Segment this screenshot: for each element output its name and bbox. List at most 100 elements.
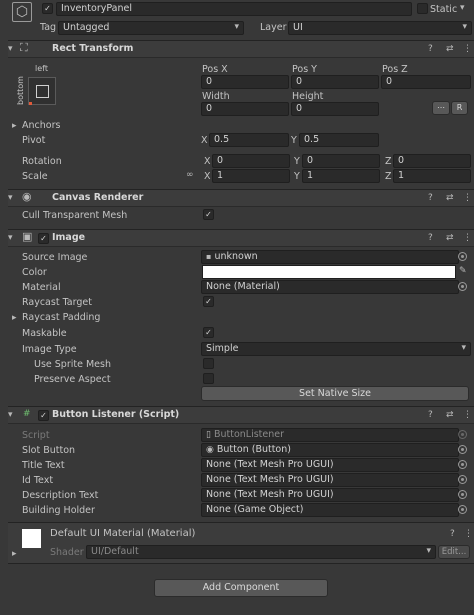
- image-type-dropdown[interactable]: Simple ▾: [201, 342, 471, 356]
- more-icon[interactable]: ⋮: [463, 193, 472, 203]
- color-label: Color: [22, 267, 47, 278]
- object-picker-icon[interactable]: [458, 445, 467, 454]
- chevron-down-icon: ▾: [462, 22, 467, 32]
- rotation-y-field[interactable]: 0: [302, 154, 380, 168]
- rotation-z-field[interactable]: 0: [393, 154, 471, 168]
- preserve-aspect-checkbox[interactable]: [203, 373, 214, 384]
- object-picker-icon[interactable]: [458, 282, 467, 291]
- cull-transparent-mesh-checkbox[interactable]: ✓: [203, 209, 214, 220]
- button-listener-title: Button Listener (Script): [52, 409, 180, 420]
- script-label: Script: [22, 430, 50, 441]
- rect-transform-icon: ⛶: [20, 41, 28, 54]
- slot-button-field[interactable]: ◉ Button (Button): [201, 443, 459, 457]
- more-icon[interactable]: ⋮: [463, 410, 472, 420]
- help-icon[interactable]: ?: [428, 193, 433, 203]
- expand-arrow-icon[interactable]: ▾: [8, 410, 13, 420]
- width-field[interactable]: 0: [201, 102, 289, 116]
- building-holder-field[interactable]: None (Game Object): [201, 503, 459, 517]
- object-picker-icon: [458, 430, 467, 439]
- anchor-presets-button[interactable]: [28, 77, 56, 105]
- pos-x-field[interactable]: 0: [201, 75, 289, 89]
- rotation-z-axis: Z: [385, 156, 392, 167]
- pos-y-field[interactable]: 0: [291, 75, 379, 89]
- script-field: ▯ ButtonListener: [201, 428, 459, 442]
- material-preview: [22, 529, 41, 548]
- source-image-label: Source Image: [22, 252, 88, 263]
- add-component-button[interactable]: Add Component: [154, 579, 328, 597]
- object-picker-icon[interactable]: [458, 460, 467, 469]
- expand-arrow-icon[interactable]: ▾: [8, 193, 13, 203]
- scale-z-field[interactable]: 1: [393, 169, 471, 183]
- static-dropdown-icon[interactable]: ▾: [460, 3, 465, 13]
- scale-label: Scale: [22, 171, 48, 182]
- help-icon[interactable]: ?: [428, 233, 433, 243]
- object-picker-icon[interactable]: [458, 252, 467, 261]
- edit-shader-button[interactable]: Edit...: [438, 545, 470, 559]
- object-picker-icon[interactable]: [458, 475, 467, 484]
- material-expand-icon[interactable]: ▸: [12, 549, 17, 559]
- expand-arrow-icon[interactable]: ▾: [8, 233, 13, 243]
- link-icon[interactable]: ∞: [186, 170, 194, 180]
- shader-dropdown[interactable]: UI/Default ▾: [86, 545, 436, 559]
- set-native-size-button[interactable]: Set Native Size: [201, 386, 469, 401]
- expand-arrow-icon[interactable]: ▾: [8, 44, 13, 54]
- pivot-y-field[interactable]: 0.5: [299, 133, 379, 147]
- tag-dropdown[interactable]: Untagged ▾: [58, 21, 244, 35]
- pivot-x-field[interactable]: 0.5: [209, 133, 289, 147]
- color-swatch[interactable]: [202, 265, 456, 279]
- eye-icon: ◉: [22, 190, 32, 203]
- raycast-target-checkbox[interactable]: ✓: [203, 296, 214, 307]
- height-field[interactable]: 0: [291, 102, 379, 116]
- pivot-x-axis: X: [201, 135, 208, 146]
- width-label: Width: [202, 91, 230, 102]
- button-listener-enabled-checkbox[interactable]: ✓: [38, 410, 49, 421]
- help-icon[interactable]: ?: [428, 44, 433, 54]
- presets-icon[interactable]: ⇄: [446, 410, 454, 420]
- id-text-field[interactable]: None (Text Mesh Pro UGUI): [201, 473, 459, 487]
- static-checkbox[interactable]: [417, 3, 428, 14]
- raycast-padding-expand-icon[interactable]: ▸: [12, 313, 17, 323]
- tag-value: Untagged: [63, 22, 110, 33]
- blueprint-mode-button[interactable]: ⋯: [432, 101, 450, 115]
- object-picker-icon[interactable]: [458, 490, 467, 499]
- maskable-label: Maskable: [22, 328, 67, 339]
- scale-y-field[interactable]: 1: [302, 169, 380, 183]
- material-label: Material: [22, 282, 61, 293]
- maskable-checkbox[interactable]: ✓: [203, 327, 214, 338]
- presets-icon[interactable]: ⇄: [446, 193, 454, 203]
- image-title: Image: [52, 232, 86, 243]
- layer-dropdown[interactable]: UI ▾: [288, 21, 472, 35]
- description-text-field[interactable]: None (Text Mesh Pro UGUI): [201, 488, 459, 502]
- presets-icon[interactable]: ⇄: [446, 44, 454, 54]
- material-field[interactable]: None (Material): [201, 280, 459, 294]
- rotation-x-field[interactable]: 0: [212, 154, 290, 168]
- height-label: Height: [292, 91, 324, 102]
- script-icon: #: [23, 409, 31, 419]
- use-sprite-mesh-checkbox[interactable]: [203, 358, 214, 369]
- image-header[interactable]: ▾ ▣ ✓ Image ? ⇄ ⋮: [8, 229, 474, 247]
- active-checkbox[interactable]: ✓: [42, 3, 53, 14]
- eyedropper-icon[interactable]: ✎: [459, 266, 467, 276]
- anchors-expand-icon[interactable]: ▸: [12, 121, 17, 131]
- pos-z-field[interactable]: 0: [381, 75, 471, 89]
- object-name-field[interactable]: InventoryPanel: [56, 2, 412, 16]
- object-picker-icon[interactable]: [458, 505, 467, 514]
- slot-button-value: Button (Button): [216, 444, 291, 455]
- presets-icon[interactable]: ⇄: [446, 233, 454, 243]
- source-image-field[interactable]: ▪ unknown: [201, 250, 459, 264]
- pos-y-label: Pos Y: [292, 64, 317, 75]
- help-icon[interactable]: ?: [450, 529, 455, 539]
- scale-x-axis: X: [204, 171, 211, 182]
- more-icon[interactable]: ⋮: [463, 44, 472, 54]
- canvas-renderer-header[interactable]: ▾ ◉ Canvas Renderer ? ⇄ ⋮: [8, 189, 474, 207]
- button-listener-header[interactable]: ▾ # ✓ Button Listener (Script) ? ⇄ ⋮: [8, 406, 474, 424]
- scale-x-field[interactable]: 1: [212, 169, 290, 183]
- image-enabled-checkbox[interactable]: ✓: [38, 233, 49, 244]
- title-text-field[interactable]: None (Text Mesh Pro UGUI): [201, 458, 459, 472]
- static-label: Static: [430, 4, 458, 15]
- more-icon[interactable]: ⋮: [464, 529, 473, 539]
- more-icon[interactable]: ⋮: [463, 233, 472, 243]
- rect-transform-header[interactable]: ▾ ⛶ Rect Transform ? ⇄ ⋮: [8, 40, 474, 58]
- raw-edit-button[interactable]: R: [451, 101, 468, 115]
- help-icon[interactable]: ?: [428, 410, 433, 420]
